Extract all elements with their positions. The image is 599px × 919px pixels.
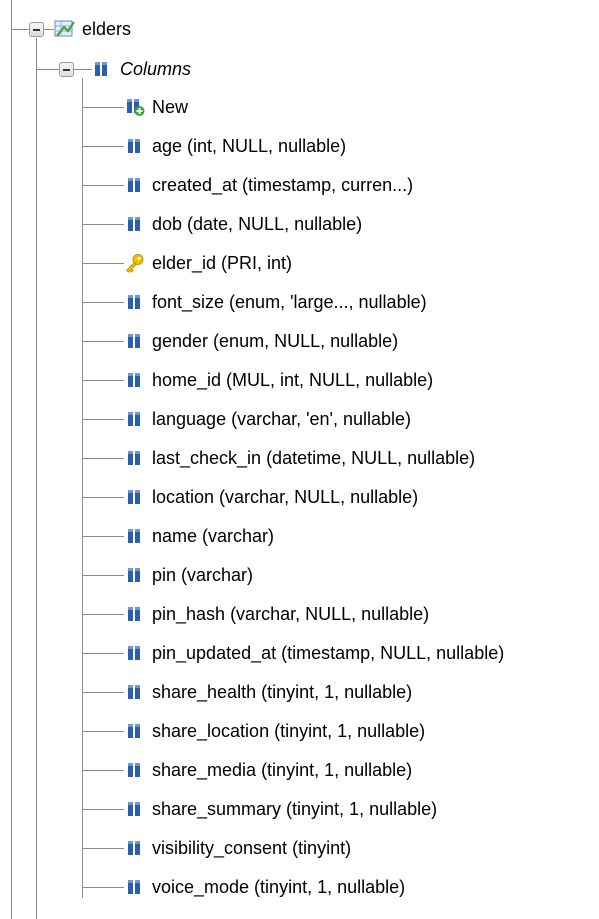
- tree-line: [82, 809, 124, 810]
- column-icon: [124, 370, 146, 390]
- tree-line: [82, 302, 124, 303]
- tree-line: [82, 380, 124, 381]
- column-node[interactable]: pin_hash (varchar, NULL, nullable): [124, 599, 429, 629]
- column-icon: [124, 721, 146, 741]
- column-node[interactable]: created_at (timestamp, curren...): [124, 170, 413, 200]
- column-node[interactable]: age (int, NULL, nullable): [124, 131, 346, 161]
- collapse-columns-toggle[interactable]: [59, 62, 74, 77]
- column-node[interactable]: share_health (tinyint, 1, nullable): [124, 677, 412, 707]
- tree-line: [82, 536, 124, 537]
- new-column-node[interactable]: New: [124, 92, 188, 122]
- column-node[interactable]: visibility_consent (tinyint): [124, 833, 351, 863]
- column-node[interactable]: share_media (tinyint, 1, nullable): [124, 755, 412, 785]
- tree-line: [82, 731, 124, 732]
- column-node[interactable]: last_check_in (datetime, NULL, nullable): [124, 443, 475, 473]
- column-icon: [124, 448, 146, 468]
- columns-group-label: Columns: [120, 58, 192, 79]
- column-node[interactable]: pin_updated_at (timestamp, NULL, nullabl…: [124, 638, 504, 668]
- tree-line: [82, 848, 124, 849]
- tree-line: [82, 614, 124, 615]
- column-node[interactable]: language (varchar, 'en', nullable): [124, 404, 411, 434]
- column-icon: [124, 487, 146, 507]
- column-node[interactable]: font_size (enum, 'large..., nullable): [124, 287, 427, 317]
- tree-line: [82, 692, 124, 693]
- table-icon: [54, 19, 76, 39]
- column-label: pin_hash (varchar, NULL, nullable): [152, 603, 430, 624]
- tree-line: [82, 224, 124, 225]
- new-column-icon: [124, 97, 146, 117]
- column-icon: [124, 877, 146, 897]
- column-node[interactable]: gender (enum, NULL, nullable): [124, 326, 398, 356]
- column-node[interactable]: dob (date, NULL, nullable): [124, 209, 362, 239]
- tree-line: [82, 419, 124, 420]
- tree-line: [11, 29, 29, 30]
- column-icon: [124, 136, 146, 156]
- column-label: share_media (tinyint, 1, nullable): [152, 759, 413, 780]
- column-label: home_id (MUL, int, NULL, nullable): [152, 369, 434, 390]
- tree-line: [82, 653, 124, 654]
- column-label: font_size (enum, 'large..., nullable): [152, 291, 427, 312]
- tree-line: [82, 185, 124, 186]
- tree-line: [74, 69, 92, 70]
- tree-line: [82, 770, 124, 771]
- column-node[interactable]: elder_id (PRI, int): [124, 248, 292, 278]
- column-label: location (varchar, NULL, nullable): [152, 486, 419, 507]
- column-node[interactable]: name (varchar): [124, 521, 274, 551]
- column-icon: [124, 643, 146, 663]
- primary-key-icon: [124, 253, 146, 273]
- column-node[interactable]: home_id (MUL, int, NULL, nullable): [124, 365, 433, 395]
- tree-line: [82, 263, 124, 264]
- columns-group-node[interactable]: Columns: [92, 54, 191, 84]
- column-label: share_summary (tinyint, 1, nullable): [152, 798, 438, 819]
- navigation-tree: elders Columns New age (int, NULL, nullab…: [0, 0, 599, 919]
- column-icon: [124, 526, 146, 546]
- column-label: dob (date, NULL, nullable): [152, 213, 363, 234]
- column-label: last_check_in (datetime, NULL, nullable): [152, 447, 476, 468]
- column-icon: [124, 292, 146, 312]
- table-node-elders[interactable]: elders: [54, 14, 131, 44]
- tree-line: [82, 458, 124, 459]
- columns-icon: [92, 59, 114, 79]
- column-label: pin (varchar): [152, 564, 254, 585]
- tree-line: [82, 887, 124, 888]
- column-label: share_location (tinyint, 1, nullable): [152, 720, 426, 741]
- column-label: voice_mode (tinyint, 1, nullable): [152, 876, 406, 897]
- tree-line: [44, 29, 54, 30]
- tree-line: [82, 497, 124, 498]
- column-icon: [124, 838, 146, 858]
- column-icon: [124, 409, 146, 429]
- column-label: share_health (tinyint, 1, nullable): [152, 681, 413, 702]
- column-node[interactable]: share_location (tinyint, 1, nullable): [124, 716, 425, 746]
- tree-line: [36, 38, 37, 919]
- column-label: pin_updated_at (timestamp, NULL, nullabl…: [152, 642, 505, 663]
- column-label: age (int, NULL, nullable): [152, 135, 347, 156]
- column-icon: [124, 175, 146, 195]
- column-icon: [124, 682, 146, 702]
- column-node[interactable]: location (varchar, NULL, nullable): [124, 482, 418, 512]
- column-icon: [124, 331, 146, 351]
- table-name-label: elders: [82, 18, 132, 39]
- column-label: name (varchar): [152, 525, 275, 546]
- tree-line: [11, 0, 12, 919]
- column-icon: [124, 565, 146, 585]
- tree-line: [82, 575, 124, 576]
- column-label: gender (enum, NULL, nullable): [152, 330, 399, 351]
- column-label: visibility_consent (tinyint): [152, 837, 352, 858]
- column-label: created_at (timestamp, curren...): [152, 174, 414, 195]
- tree-line: [82, 78, 83, 898]
- tree-line: [82, 146, 124, 147]
- column-node[interactable]: voice_mode (tinyint, 1, nullable): [124, 872, 405, 902]
- column-label: New: [152, 96, 189, 117]
- collapse-table-toggle[interactable]: [29, 22, 44, 37]
- column-node[interactable]: share_summary (tinyint, 1, nullable): [124, 794, 437, 824]
- column-label: language (varchar, 'en', nullable): [152, 408, 412, 429]
- column-icon: [124, 604, 146, 624]
- column-icon: [124, 214, 146, 234]
- tree-line: [82, 107, 124, 108]
- column-icon: [124, 799, 146, 819]
- tree-line: [82, 341, 124, 342]
- column-node[interactable]: pin (varchar): [124, 560, 253, 590]
- column-icon: [124, 760, 146, 780]
- column-label: elder_id (PRI, int): [152, 252, 293, 273]
